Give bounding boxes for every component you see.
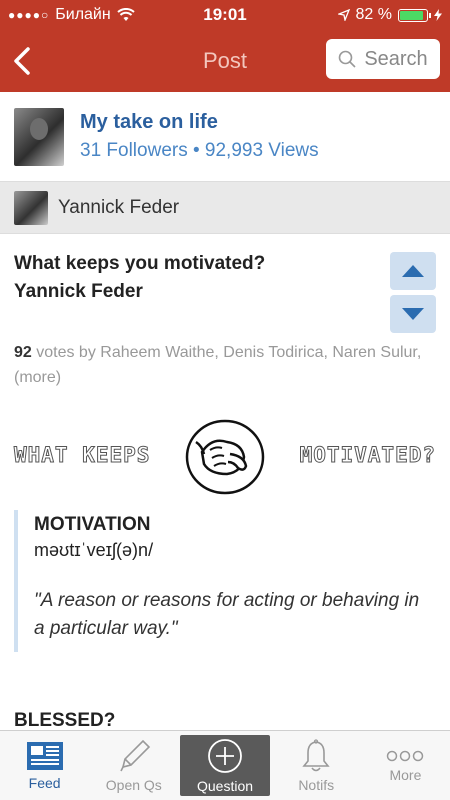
post-question[interactable]: What keeps you motivated? Yannick Feder [14, 250, 364, 306]
tab-bar: Feed Open Qs Question Notifs More [0, 730, 450, 800]
answer-author[interactable]: Yannick Feder [14, 278, 364, 306]
downvote-button[interactable] [390, 295, 436, 333]
definition-meaning: "A reason or reasons for acting or behav… [34, 590, 420, 639]
section-heading: BLESSED? [14, 710, 116, 731]
pointing-hand-icon [185, 419, 265, 495]
tab-question-label: Question [196, 777, 254, 794]
definition-word: MOTIVATION [34, 514, 151, 535]
blog-avatar[interactable] [14, 107, 64, 166]
tab-question[interactable]: Question [180, 735, 270, 796]
vote-count: 92 [14, 344, 32, 361]
votes-summary[interactable]: 92 votes by Raheem Waithe, Denis Todiric… [14, 340, 434, 390]
tab-more[interactable]: More [361, 731, 450, 800]
triangle-down-icon [402, 308, 424, 320]
signal-icon: ●●●●○ [8, 8, 50, 22]
location-arrow-icon [337, 9, 350, 21]
tab-open-qs[interactable]: Open Qs [89, 731, 178, 800]
tab-open-qs-label: Open Qs [105, 776, 162, 793]
search-button[interactable]: Search [326, 39, 440, 79]
status-time: 19:01 [203, 5, 247, 24]
plus-circle-icon [208, 738, 242, 773]
question-text[interactable]: What keeps you motivated? [14, 250, 364, 278]
search-label: Search [364, 47, 428, 70]
tab-feed[interactable]: Feed [0, 731, 89, 800]
nav-bar: Post Search [0, 30, 450, 92]
back-button[interactable] [12, 41, 52, 81]
upvote-button[interactable] [390, 252, 436, 290]
author-row[interactable]: Yannick Feder [0, 182, 450, 234]
wifi-icon [117, 8, 135, 21]
definition-quote: MOTIVATION məʊtɪˈveɪʃ(ə)n/ "A reason or … [14, 510, 434, 652]
author-avatar[interactable] [14, 190, 48, 225]
blog-title[interactable]: My take on life [80, 111, 319, 134]
status-bar: ●●●●○ Билайн 19:01 82 % [0, 0, 450, 30]
more-dots-icon [387, 750, 424, 761]
battery-percent: 82 % [355, 6, 392, 23]
feed-icon [26, 741, 63, 770]
pencil-icon [120, 739, 150, 771]
tab-feed-label: Feed [28, 774, 61, 791]
banner-text-left: WHAT KEEPS [13, 443, 151, 468]
post-image: WHAT KEEPS MOTIVATED? [13, 410, 436, 500]
definition-phonetic: məʊtɪˈveɪʃ(ə)n/ [34, 540, 154, 560]
battery-icon [398, 8, 431, 22]
tab-notifs-label: Notifs [298, 776, 335, 793]
tab-notifs[interactable]: Notifs [272, 731, 361, 800]
blog-header[interactable]: My take on life 31 Followers • 92,993 Vi… [0, 92, 450, 182]
triangle-up-icon [402, 265, 424, 277]
author-name[interactable]: Yannick Feder [58, 197, 179, 219]
voters-text[interactable]: votes by Raheem Waithe, Denis Todirica, … [14, 344, 421, 386]
charging-icon [434, 9, 442, 21]
tab-more-label: More [389, 766, 422, 783]
carrier-label: Билайн [55, 6, 111, 23]
bell-icon [302, 738, 330, 771]
search-icon [339, 50, 356, 68]
top-bar: ●●●●○ Билайн 19:01 82 % Post Search [0, 0, 450, 92]
chevron-left-icon [14, 47, 30, 75]
banner-text-right: MOTIVATED? [299, 443, 436, 468]
blog-stats: 31 Followers • 92,993 Views [80, 140, 319, 161]
